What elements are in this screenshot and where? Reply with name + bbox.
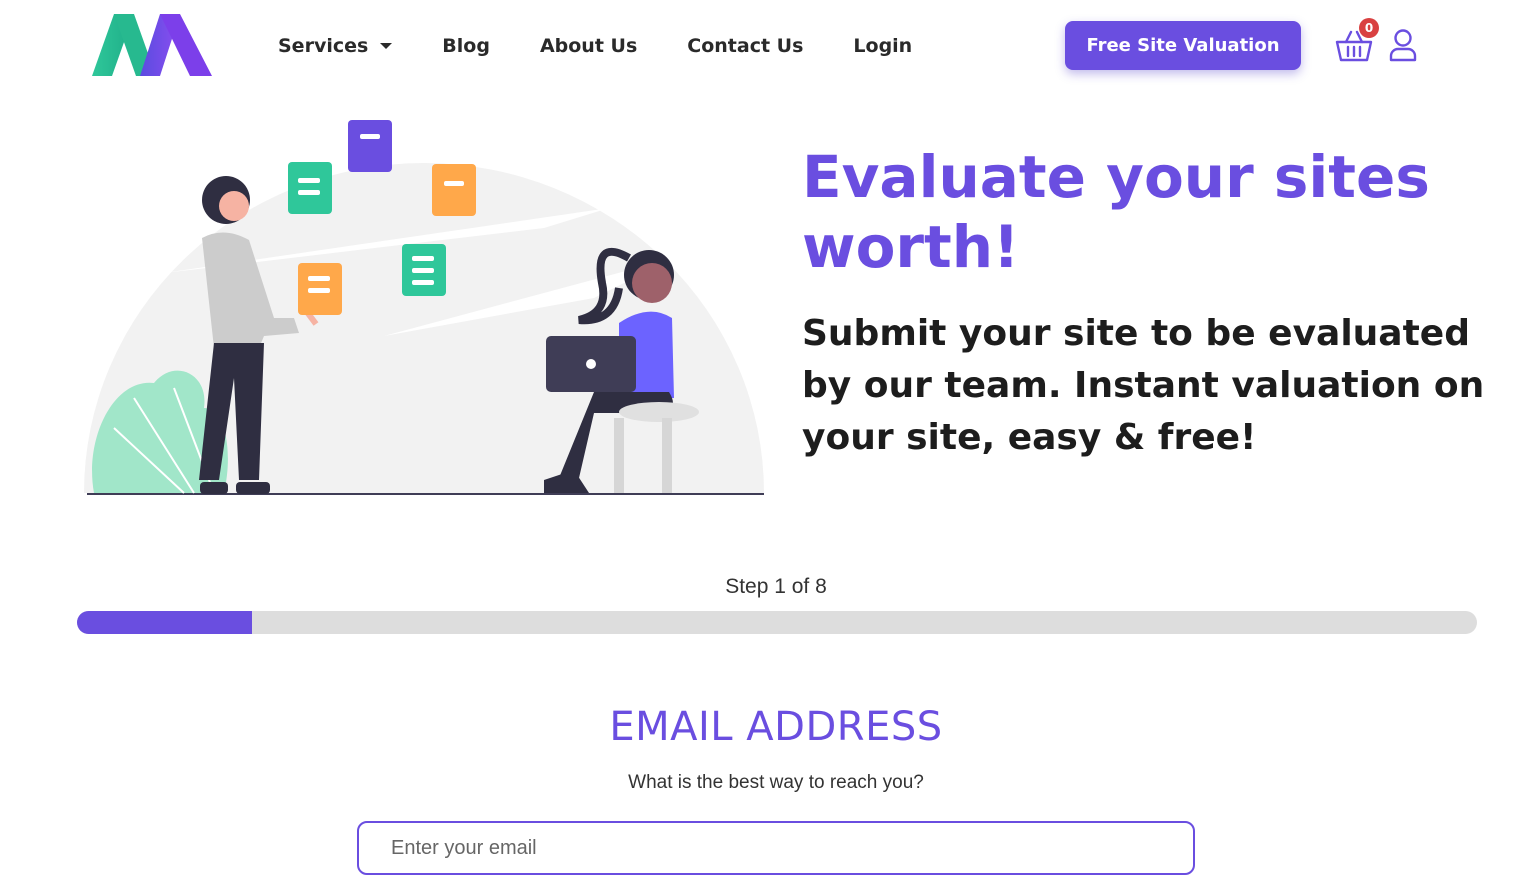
step-indicator: Step 1 of 8 xyxy=(725,575,827,598)
main-nav: Services Blog About Us Contact Us Login xyxy=(278,30,962,62)
site-logo[interactable] xyxy=(90,12,214,78)
progress-bar xyxy=(77,611,1477,634)
nav-item-label: About Us xyxy=(539,35,638,57)
field-title: EMAIL ADDRESS xyxy=(609,704,943,750)
site-header: Services Blog About Us Contact Us Login … xyxy=(0,0,1522,95)
hero-title: Evaluate your sites worth! xyxy=(802,143,1430,281)
cart-count-badge: 0 xyxy=(1359,18,1379,38)
nav-item-login[interactable]: Login xyxy=(853,35,912,57)
nav-item-about-us[interactable]: About Us xyxy=(540,35,637,57)
field-help-text: What is the best way to reach you? xyxy=(628,772,924,793)
user-icon[interactable] xyxy=(1388,28,1418,62)
caret-down-icon xyxy=(380,43,393,49)
hero-subtitle: Submit your site to be evaluated by our … xyxy=(802,313,1485,458)
nav-item-contact-us[interactable]: Contact Us xyxy=(687,35,803,57)
nav-item-label: Blog xyxy=(442,35,490,57)
hero-illustration xyxy=(84,120,764,495)
nav-item-services[interactable]: Services xyxy=(278,35,393,57)
email-input[interactable] xyxy=(357,821,1195,875)
free-site-valuation-button[interactable]: Free Site Valuation xyxy=(1065,21,1301,70)
nav-item-blog[interactable]: Blog xyxy=(442,35,490,57)
nav-item-label: Contact Us xyxy=(687,35,804,57)
nav-item-label: Login xyxy=(853,35,913,57)
progress-bar-fill xyxy=(77,611,252,634)
nav-item-label: Services xyxy=(278,35,369,57)
